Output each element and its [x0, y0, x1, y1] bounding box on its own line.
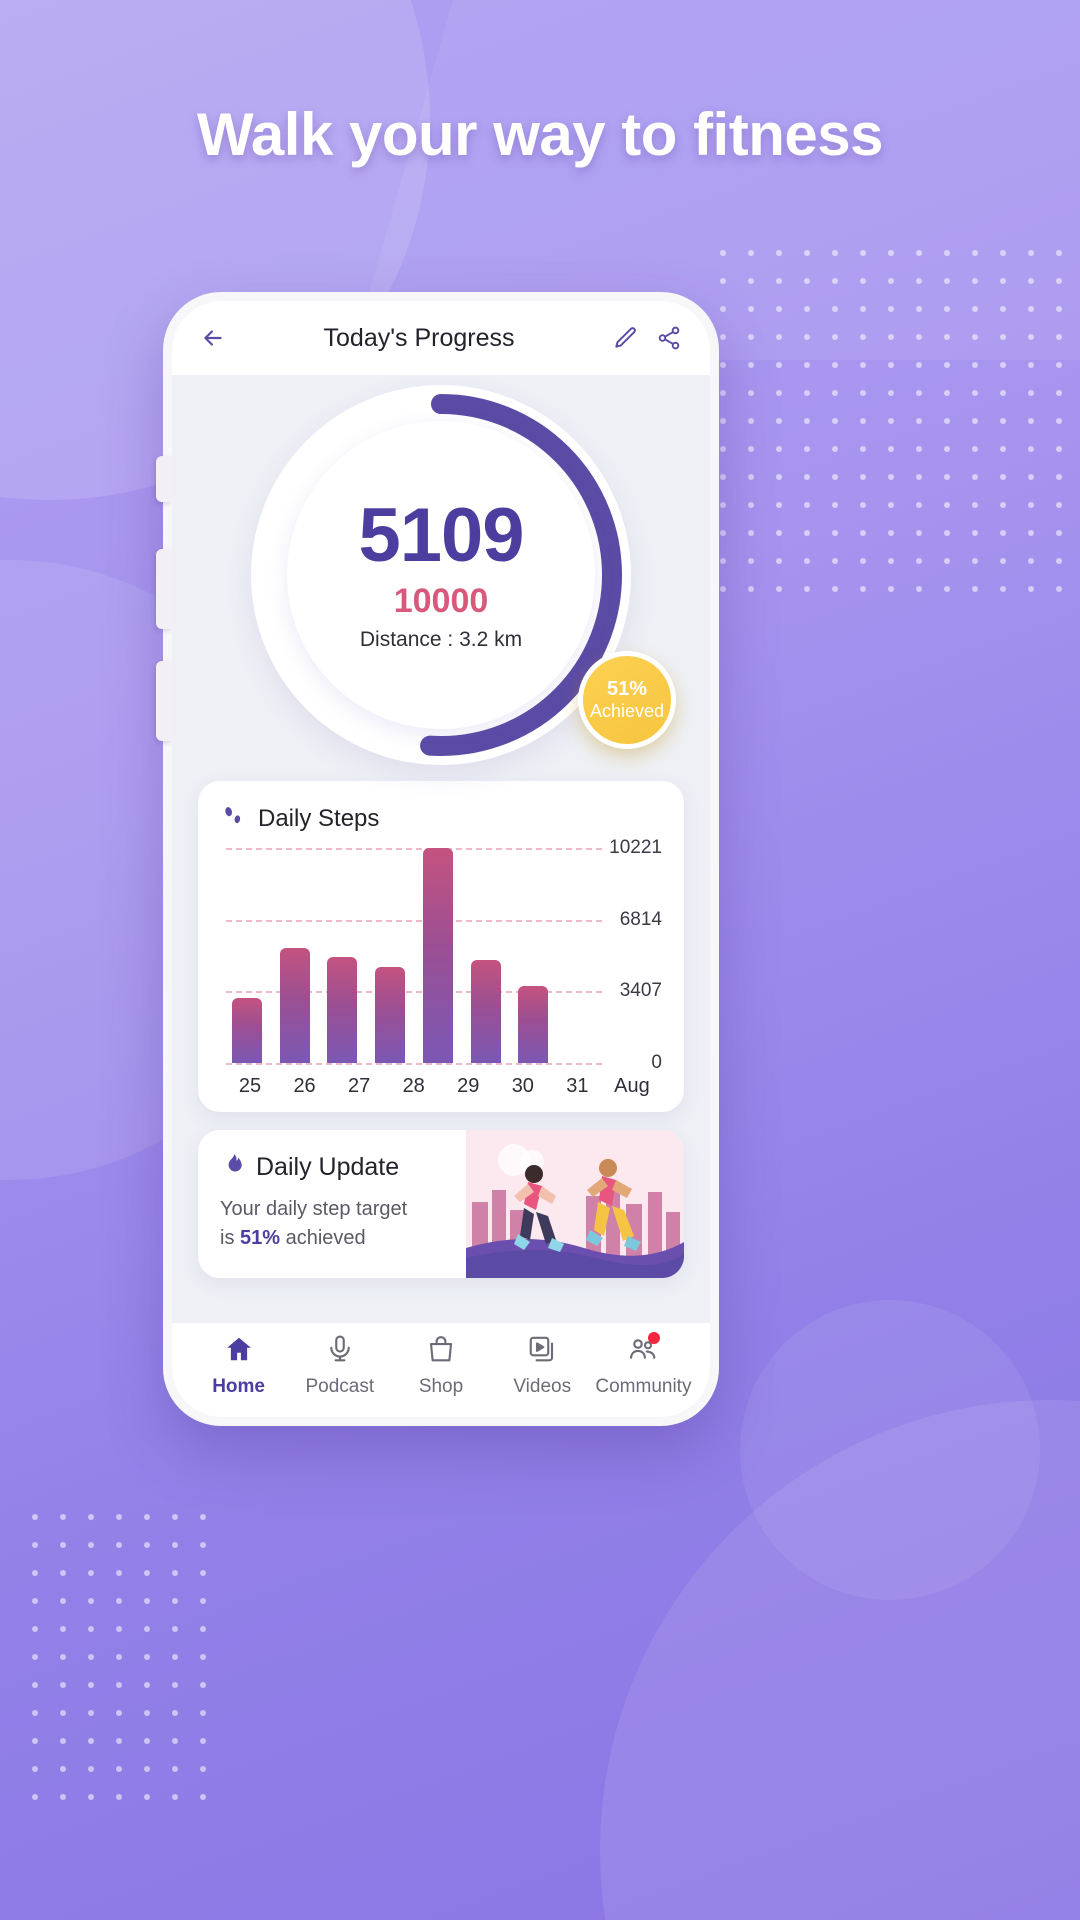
decorative-blob: [740, 1300, 1040, 1600]
nav-item-home[interactable]: Home: [188, 1334, 289, 1398]
daily-update-highlight: 51%: [240, 1227, 281, 1249]
daily-steps-card: Daily Steps 0 3407 6814 10221 25 26 27 28 29 30 3…: [198, 781, 684, 1112]
nav-item-label: Podcast: [305, 1376, 375, 1397]
bottom-navigation: Home Podcast Shop Videos Community: [172, 1323, 710, 1417]
distance-label: Distance : 3.2 km: [359, 628, 523, 651]
steps-current-value: 5109: [358, 493, 524, 578]
microphone-icon: [325, 1334, 355, 1369]
chart-x-tick-label: 28: [402, 1075, 425, 1097]
chart-y-tick-label: 6814: [619, 908, 662, 930]
chart-x-tick-label: 29: [457, 1075, 480, 1097]
phone-button: [156, 456, 172, 502]
chart-bar[interactable]: [422, 848, 453, 1063]
footprints-icon: [220, 803, 246, 834]
chart-x-tick-label: 25: [238, 1075, 262, 1097]
badge-percent: 51%: [606, 678, 648, 701]
nav-item-shop[interactable]: Shop: [390, 1334, 491, 1398]
share-icon[interactable]: [654, 323, 684, 353]
daily-update-line1: Your daily step target: [220, 1198, 408, 1220]
dot-pattern-top-right: [720, 250, 1062, 592]
chart-x-axis: 25 26 27 28 29 30 31 Aug: [220, 1075, 662, 1098]
nav-item-label: Videos: [513, 1376, 572, 1397]
chart-x-tick-label: Aug: [614, 1075, 650, 1097]
nav-item-label: Community: [595, 1376, 692, 1397]
shopping-bag-icon: [426, 1334, 456, 1369]
chart-x-tick-label: 26: [293, 1075, 316, 1097]
home-icon: [224, 1334, 254, 1369]
daily-update-text-area: Daily Update Your daily step target is 5…: [198, 1130, 466, 1278]
daily-update-text: Your daily step target is 51% achieved: [220, 1195, 466, 1253]
chart-bar[interactable]: [375, 967, 406, 1063]
nav-item-label: Shop: [418, 1376, 464, 1397]
nav-item-podcast[interactable]: Podcast: [289, 1334, 390, 1398]
chart-gridline: [226, 1063, 602, 1065]
daily-steps-header: Daily Steps: [220, 803, 662, 834]
chart-x-tick-label: 31: [566, 1075, 589, 1097]
daily-update-header: Daily Update: [220, 1152, 466, 1183]
dot-pattern-bottom-left: [32, 1514, 206, 1800]
runners-illustration: [466, 1130, 684, 1278]
chart-x-tick-label: 27: [348, 1075, 371, 1097]
chart-x-tick-label: 30: [511, 1075, 534, 1097]
promo-headline: Walk your way to fitness: [197, 101, 883, 168]
badge-label: Achieved: [589, 701, 665, 722]
video-library-icon: [527, 1334, 557, 1369]
chart-bar[interactable]: [232, 997, 262, 1063]
steps-goal-value: 10000: [393, 582, 489, 620]
app-header: Today's Progress: [172, 301, 710, 375]
phone-mockup: Today's Progress 5109 10000 Distance : 3…: [156, 292, 719, 1426]
daily-steps-title: Daily Steps: [258, 804, 380, 832]
pencil-icon[interactable]: [610, 323, 640, 353]
daily-update-title: Daily Update: [256, 1153, 400, 1181]
progress-ring-section: 5109 10000 Distance : 3.2 km 51% Achieve…: [198, 375, 684, 775]
achievement-badge: 51% Achieved: [578, 651, 676, 749]
chart-y-tick-label: 0: [651, 1052, 662, 1073]
daily-update-card: Daily Update Your daily step target is 5…: [198, 1130, 684, 1278]
daily-update-line2-post: achieved: [280, 1227, 366, 1249]
chart-bar[interactable]: [279, 948, 310, 1063]
page-title: Today's Progress: [323, 323, 515, 352]
chart-y-tick-label: 3407: [619, 980, 662, 1002]
daily-update-line2-pre: is: [220, 1227, 240, 1249]
nav-item-community[interactable]: Community: [593, 1332, 694, 1398]
chart-bar[interactable]: [327, 956, 358, 1063]
daily-steps-chart: 0 3407 6814 10221: [220, 837, 662, 1073]
chart-bar[interactable]: [470, 959, 501, 1063]
progress-ring-center: 5109 10000 Distance : 3.2 km: [287, 421, 595, 729]
progress-ring: 5109 10000 Distance : 3.2 km: [251, 385, 631, 765]
flame-icon: [220, 1152, 246, 1183]
phone-button: [156, 549, 172, 629]
chart-bars: [232, 848, 596, 1063]
arrow-left-icon[interactable]: [198, 323, 228, 353]
phone-button: [156, 661, 172, 741]
nav-item-label: Home: [212, 1376, 265, 1397]
app-screen: Today's Progress 5109 10000 Distance : 3…: [172, 301, 710, 1417]
nav-item-videos[interactable]: Videos: [492, 1334, 593, 1398]
notification-badge: [648, 1332, 661, 1344]
chart-y-tick-label: 10221: [609, 837, 662, 858]
chart-bar[interactable]: [518, 986, 549, 1063]
app-content: 5109 10000 Distance : 3.2 km 51% Achieve…: [172, 375, 710, 1323]
